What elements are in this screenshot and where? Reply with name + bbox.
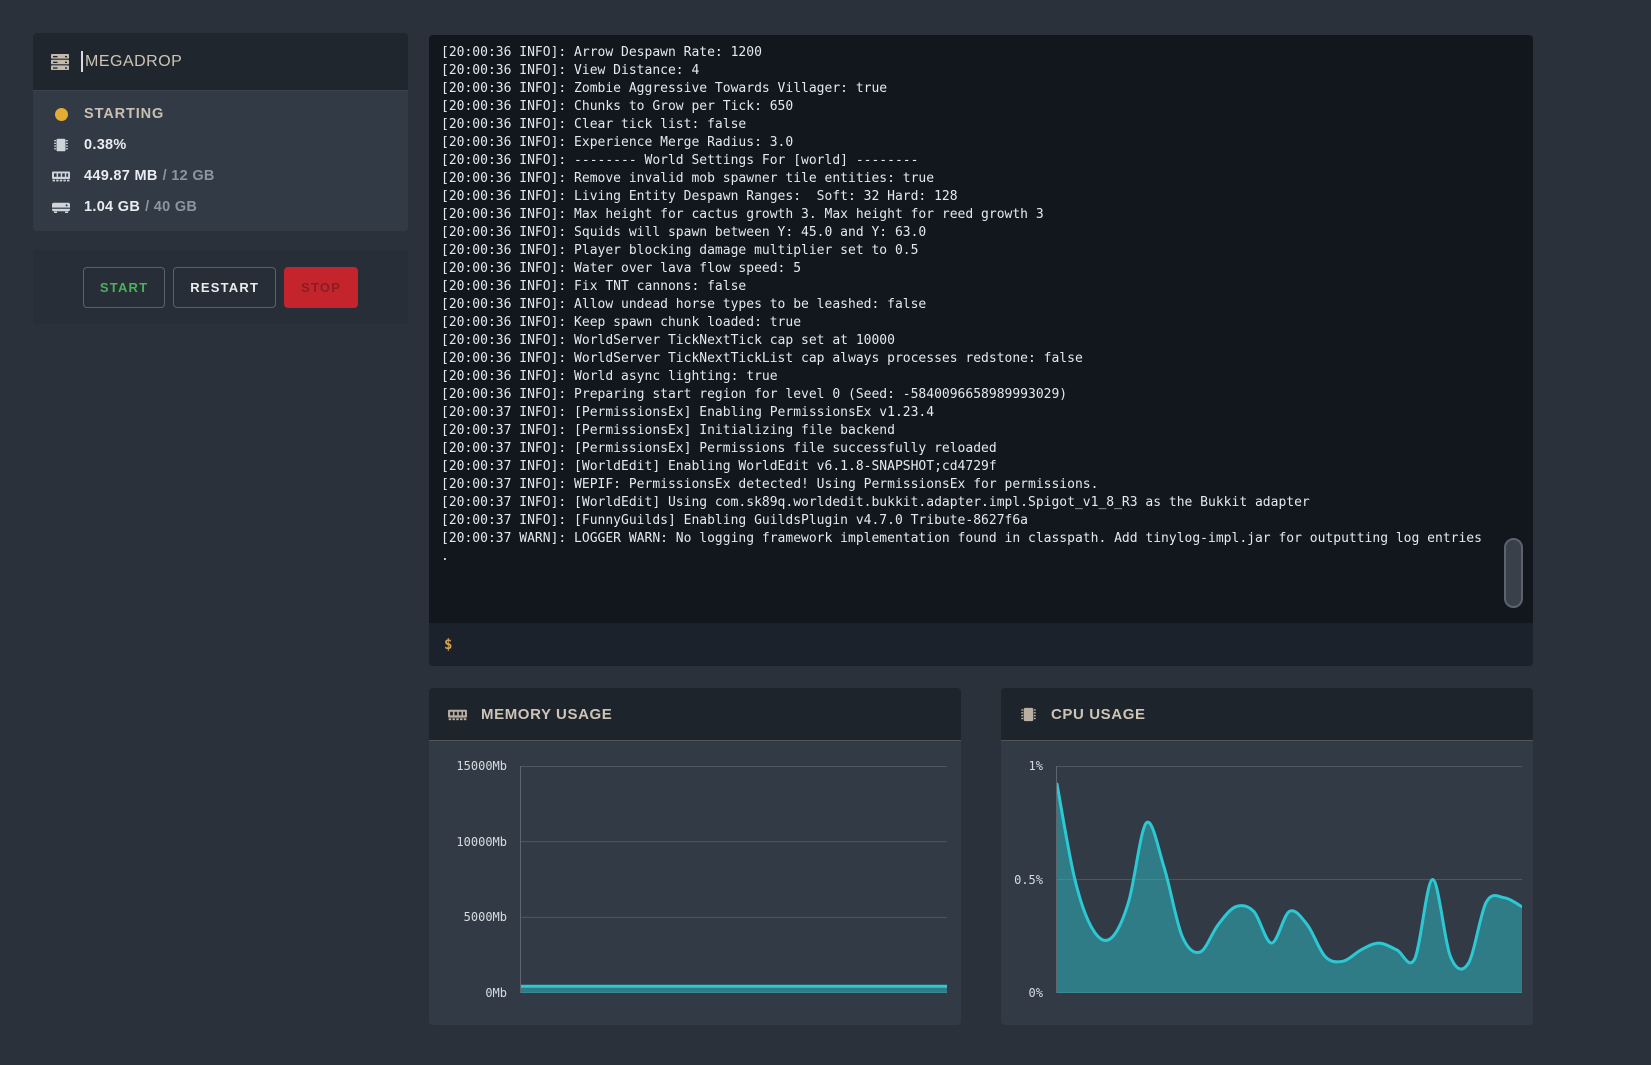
console-log-line: [20:00:36 INFO]: Water over lava flow sp…: [441, 260, 1521, 278]
disk-row: 1.04 GB / 40 GB: [50, 194, 391, 220]
console-log-line: [20:00:36 INFO]: WorldServer TickNextTic…: [441, 332, 1521, 350]
console-log-line: [20:00:36 INFO]: Fix TNT cannons: false: [441, 278, 1521, 296]
ram-icon: [50, 166, 72, 186]
memory-total-value: / 12 GB: [163, 168, 215, 184]
ram-icon: [447, 704, 468, 725]
disk-total-value: / 40 GB: [145, 199, 197, 215]
console-panel: [20:00:36 INFO]: Arrow Despawn Rate: 120…: [429, 35, 1533, 666]
console-log-line: [20:00:37 WARN]: LOGGER WARN: No logging…: [441, 530, 1521, 548]
y-axis-tick-label: 0%: [1029, 986, 1043, 1000]
console-log-line: [20:00:37 INFO]: [FunnyGuilds] Enabling …: [441, 512, 1521, 530]
console-log-line: [20:00:36 INFO]: -------- World Settings…: [441, 152, 1521, 170]
y-axis-tick-label: 1%: [1029, 759, 1043, 773]
server-stats: STARTING 0.38% 449.87 MB / 12 GB: [33, 91, 408, 231]
cpu-row: 0.38%: [50, 132, 391, 158]
status-row: STARTING: [50, 101, 391, 127]
memory-usage-header: MEMORY USAGE: [429, 688, 961, 741]
console-output[interactable]: [20:00:36 INFO]: Arrow Despawn Rate: 120…: [429, 35, 1533, 623]
memory-used-value: 449.87 MB: [84, 168, 158, 184]
console-log-line: [20:00:36 INFO]: Squids will spawn betwe…: [441, 224, 1521, 242]
y-axis-tick-label: 5000Mb: [464, 910, 507, 924]
server-title-bar: MEGADROP: [33, 33, 408, 91]
memory-y-axis: 15000Mb10000Mb5000Mb0Mb: [429, 766, 513, 993]
y-axis-tick-label: 15000Mb: [456, 759, 507, 773]
cpu-y-axis: 1%0.5%0%: [1001, 766, 1049, 993]
memory-chart-plot: [520, 766, 947, 993]
console-prompt: $: [444, 637, 452, 653]
console-log-line: [20:00:36 INFO]: Zombie Aggressive Towar…: [441, 80, 1521, 98]
cpu-usage-value: 0.38%: [84, 137, 127, 153]
console-log-line: [20:00:36 INFO]: Max height for cactus g…: [441, 206, 1521, 224]
console-log-line: [20:00:36 INFO]: Chunks to Grow per Tick…: [441, 98, 1521, 116]
cpu-chart-body: 1% 0.5% 0%: [1001, 741, 1533, 1025]
console-log-line: [20:00:37 INFO]: [WorldEdit] Enabling Wo…: [441, 458, 1521, 476]
cpu-chart-plot: [1056, 766, 1522, 993]
console-log-line: [20:00:37 INFO]: [PermissionsEx] Initial…: [441, 422, 1521, 440]
cpu-usage-header: CPU USAGE: [1001, 688, 1533, 741]
console-scrollbar-thumb[interactable]: [1504, 538, 1523, 608]
console-log-line: [20:00:36 INFO]: Keep spawn chunk loaded…: [441, 314, 1521, 332]
memory-usage-card: MEMORY USAGE 15000Mb 10000Mb 5000Mb 0Mb: [429, 688, 961, 1025]
restart-button[interactable]: RESTART: [173, 267, 276, 308]
console-log-line: [20:00:36 INFO]: View Distance: 4: [441, 62, 1521, 80]
console-log-line: [20:00:36 INFO]: Player blocking damage …: [441, 242, 1521, 260]
console-log-line: [20:00:36 INFO]: Clear tick list: false: [441, 116, 1521, 134]
start-button[interactable]: START: [83, 267, 165, 308]
server-info-card: MEGADROP STARTING 0.38% 449.87 MB: [33, 33, 408, 231]
console-log-line: [20:00:36 INFO]: Preparing start region …: [441, 386, 1521, 404]
console-command-input[interactable]: [462, 636, 1518, 653]
server-status-label: STARTING: [84, 106, 164, 122]
console-log-line: [20:00:36 INFO]: Allow undead horse type…: [441, 296, 1521, 314]
console-log-line: [20:00:36 INFO]: Remove invalid mob spaw…: [441, 170, 1521, 188]
console-log-line: [20:00:36 INFO]: World async lighting: t…: [441, 368, 1521, 386]
power-actions-card: START RESTART STOP: [33, 250, 408, 324]
cpu-chart-title: CPU USAGE: [1051, 706, 1146, 723]
memory-chart-title: MEMORY USAGE: [481, 706, 612, 723]
console-log-line: [20:00:37 INFO]: [WorldEdit] Using com.s…: [441, 494, 1521, 512]
server-rack-icon: [50, 52, 70, 72]
y-axis-tick-label: 0.5%: [1014, 873, 1043, 887]
y-axis-tick-label: 0Mb: [485, 986, 507, 1000]
status-dot-icon: [50, 108, 72, 121]
console-log-line: [20:00:37 INFO]: [PermissionsEx] Permiss…: [441, 440, 1521, 458]
text-cursor: [81, 51, 83, 72]
cpu-chip-icon: [50, 136, 72, 154]
disk-used-value: 1.04 GB: [84, 199, 140, 215]
console-log-line: [20:00:36 INFO]: Experience Merge Radius…: [441, 134, 1521, 152]
memory-row: 449.87 MB / 12 GB: [50, 163, 391, 189]
stop-button[interactable]: STOP: [284, 267, 358, 308]
console-log-line: [20:00:37 INFO]: WEPIF: PermissionsEx de…: [441, 476, 1521, 494]
cpu-chip-icon: [1019, 705, 1038, 724]
console-log-line: .: [441, 548, 1521, 566]
console-log-line: [20:00:37 INFO]: [PermissionsEx] Enablin…: [441, 404, 1521, 422]
cpu-usage-card: CPU USAGE 1% 0.5% 0%: [1001, 688, 1533, 1025]
console-log-line: [20:00:36 INFO]: Arrow Despawn Rate: 120…: [441, 44, 1521, 62]
server-name-input[interactable]: MEGADROP: [85, 53, 182, 71]
console-log-line: [20:00:36 INFO]: Living Entity Despawn R…: [441, 188, 1521, 206]
disk-icon: [50, 197, 72, 217]
y-axis-tick-label: 10000Mb: [456, 835, 507, 849]
memory-chart-body: 15000Mb 10000Mb 5000Mb 0Mb: [429, 741, 961, 1025]
console-log-line: [20:00:36 INFO]: WorldServer TickNextTic…: [441, 350, 1521, 368]
console-input-bar: $: [429, 623, 1533, 666]
